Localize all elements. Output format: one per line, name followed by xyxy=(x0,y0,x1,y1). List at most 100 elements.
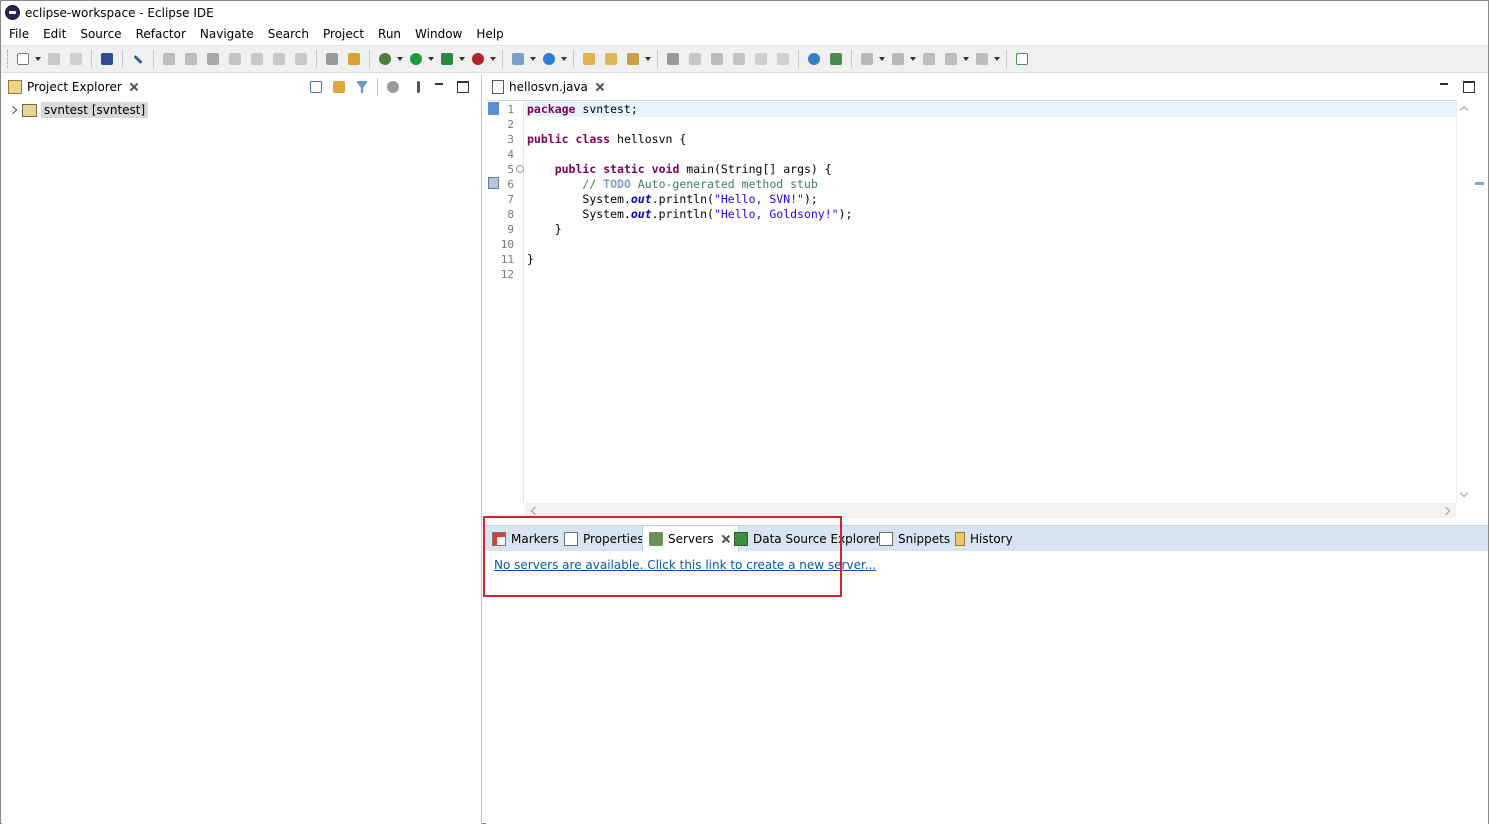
search-icon[interactable] xyxy=(624,50,642,68)
scroll-up-icon[interactable] xyxy=(1459,105,1469,115)
previous-annotation-icon[interactable] xyxy=(889,50,907,68)
open-perspective-icon[interactable] xyxy=(1013,50,1031,68)
drop-to-frame-icon[interactable] xyxy=(323,50,341,68)
scroll-left-icon[interactable] xyxy=(530,506,540,516)
focus-task-icon[interactable] xyxy=(384,78,402,96)
save-icon[interactable] xyxy=(45,50,63,68)
web-browser-icon[interactable] xyxy=(805,50,823,68)
minimize-icon[interactable] xyxy=(1438,80,1450,92)
properties-icon xyxy=(564,532,578,546)
menu-source[interactable]: Source xyxy=(73,24,128,44)
debug-icon[interactable] xyxy=(376,50,394,68)
menu-help[interactable]: Help xyxy=(469,24,510,44)
filter-icon[interactable] xyxy=(353,78,371,96)
code-text: .println( xyxy=(651,207,714,221)
external-tools-icon[interactable] xyxy=(469,50,487,68)
run-icon[interactable] xyxy=(407,50,425,68)
string-literal: "Hello, SVN!" xyxy=(713,192,804,206)
suspend-icon[interactable] xyxy=(182,50,200,68)
step-return-icon[interactable] xyxy=(292,50,310,68)
pilcrow-icon[interactable] xyxy=(774,50,792,68)
resume-icon[interactable] xyxy=(160,50,178,68)
code-line: public static void main(String[] args) { xyxy=(527,162,832,177)
toggle-block-selection-icon[interactable] xyxy=(708,50,726,68)
new-dropdown-icon[interactable] xyxy=(34,50,41,68)
code-text: hellosvn { xyxy=(610,132,687,146)
terminal-icon[interactable] xyxy=(98,50,116,68)
close-icon[interactable] xyxy=(128,81,140,93)
run-dropdown-icon[interactable] xyxy=(427,50,434,68)
menu-navigate[interactable]: Navigate xyxy=(193,24,261,44)
external-tools-dropdown-icon[interactable] xyxy=(489,50,496,68)
snippets-icon xyxy=(879,532,893,546)
minimize-icon[interactable] xyxy=(433,80,445,92)
next-annotation-dropdown-icon[interactable] xyxy=(878,50,885,68)
tab-data-source-explorer[interactable]: Data Source Explorer xyxy=(728,526,886,552)
forward-dropdown-icon[interactable] xyxy=(993,50,1000,68)
task-ruler-marker[interactable] xyxy=(1475,182,1484,185)
new-java-class-dropdown-icon[interactable] xyxy=(560,50,567,68)
show-whitespace-icon[interactable] xyxy=(752,50,770,68)
editor-horizontal-scrollbar[interactable] xyxy=(525,503,1456,518)
tab-snippets[interactable]: Snippets xyxy=(873,526,956,552)
new-java-class-icon[interactable] xyxy=(540,50,558,68)
menu-project[interactable]: Project xyxy=(316,24,371,44)
previous-annotation-dropdown-icon[interactable] xyxy=(909,50,916,68)
toggle-mark-occurrences-icon[interactable] xyxy=(664,50,682,68)
last-edit-location-icon[interactable] xyxy=(920,50,938,68)
tree-item[interactable]: svntest [svntest] xyxy=(8,101,149,119)
tab-project-explorer[interactable]: Project Explorer xyxy=(2,74,146,100)
open-task-icon[interactable] xyxy=(602,50,620,68)
collapse-all-icon[interactable] xyxy=(307,78,325,96)
toggle-word-wrap-icon[interactable] xyxy=(730,50,748,68)
menu-window[interactable]: Window xyxy=(408,24,469,44)
menu-refactor[interactable]: Refactor xyxy=(129,24,193,44)
fold-collapse-icon[interactable] xyxy=(516,165,524,173)
coverage-icon[interactable] xyxy=(438,50,456,68)
overview-ruler[interactable] xyxy=(1473,100,1487,503)
disconnect-icon[interactable] xyxy=(226,50,244,68)
menu-search[interactable]: Search xyxy=(261,24,316,44)
step-over-icon[interactable] xyxy=(270,50,288,68)
maximize-icon[interactable] xyxy=(456,80,469,93)
forward-icon[interactable] xyxy=(973,50,991,68)
back-dropdown-icon[interactable] xyxy=(962,50,969,68)
data-source-explorer-icon xyxy=(734,532,748,546)
save-all-icon[interactable] xyxy=(67,50,85,68)
skip-breakpoints-icon[interactable] xyxy=(129,50,147,68)
menu-file[interactable]: File xyxy=(1,24,36,44)
coverage-dropdown-icon[interactable] xyxy=(458,50,465,68)
view-menu-icon[interactable] xyxy=(409,78,427,96)
new-java-project-icon[interactable] xyxy=(509,50,527,68)
terminate-icon[interactable] xyxy=(204,50,222,68)
scroll-down-icon[interactable] xyxy=(1459,488,1469,498)
history-icon xyxy=(955,532,965,546)
tab-history[interactable]: History xyxy=(949,526,1019,552)
new-icon[interactable] xyxy=(14,50,32,68)
tab-hellosvn-java[interactable]: hellosvn.java xyxy=(486,74,612,100)
close-icon[interactable] xyxy=(594,81,606,93)
step-into-icon[interactable] xyxy=(248,50,266,68)
link-with-editor-icon[interactable] xyxy=(330,78,348,96)
debug-dropdown-icon[interactable] xyxy=(396,50,403,68)
tab-properties[interactable]: Properties xyxy=(558,526,650,552)
menu-edit[interactable]: Edit xyxy=(36,24,73,44)
new-java-project-dropdown-icon[interactable] xyxy=(529,50,536,68)
svn-icon[interactable] xyxy=(827,50,845,68)
editor-body[interactable]: 1 2 3 4 5 6 7 8 9 10 11 12 package svnte… xyxy=(486,100,1471,503)
maximize-icon[interactable] xyxy=(1462,80,1475,93)
toggle-ant-editor-icon[interactable] xyxy=(686,50,704,68)
next-annotation-icon[interactable] xyxy=(858,50,876,68)
tab-markers[interactable]: Markers xyxy=(486,526,565,552)
scroll-right-icon[interactable] xyxy=(1441,506,1451,516)
search-dropdown-icon[interactable] xyxy=(644,50,651,68)
back-icon[interactable] xyxy=(942,50,960,68)
menu-run[interactable]: Run xyxy=(371,24,408,44)
chevron-right-icon[interactable] xyxy=(8,105,18,115)
create-new-server-link[interactable]: No servers are available. Click this lin… xyxy=(494,558,876,572)
code-text-area[interactable]: package svntest; public class hellosvn {… xyxy=(525,101,1471,503)
use-step-filters-icon[interactable] xyxy=(345,50,363,68)
editor-vertical-scrollbar[interactable] xyxy=(1456,100,1471,503)
tab-servers[interactable]: Servers xyxy=(642,526,739,552)
open-type-icon[interactable] xyxy=(580,50,598,68)
